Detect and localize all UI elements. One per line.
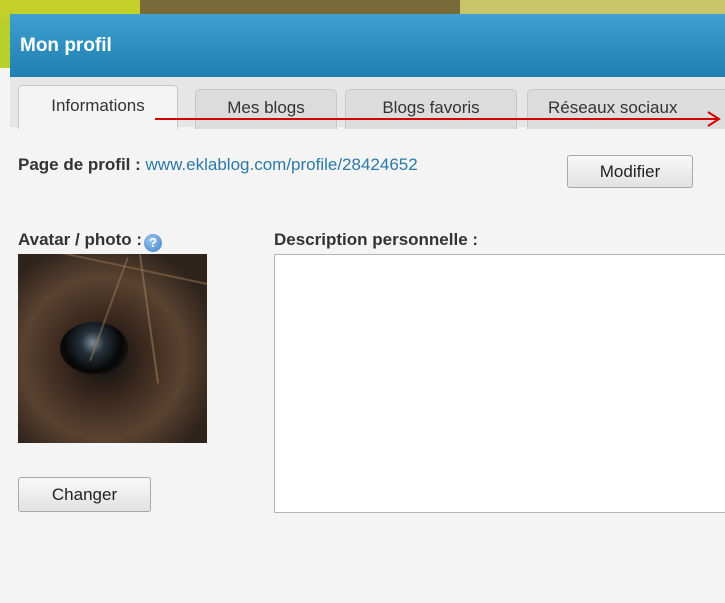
change-avatar-button[interactable]: Changer — [18, 477, 151, 512]
modify-button[interactable]: Modifier — [567, 155, 693, 188]
tab-label: Informations — [51, 96, 145, 115]
tab-label: Mes blogs — [227, 98, 305, 117]
tab-blogs-favoris[interactable]: Blogs favoris — [345, 89, 517, 129]
page-title: Mon profil — [20, 35, 112, 56]
profile-page-row: Page de profil : www.eklablog.com/profil… — [18, 155, 418, 175]
avatar-label: Avatar / photo : — [18, 230, 143, 249]
profile-page-label: Page de profil : — [18, 155, 146, 174]
avatar-detail — [18, 254, 207, 289]
description-label: Description personnelle : — [274, 230, 479, 249]
tab-label: Réseaux sociaux — [548, 98, 678, 117]
tab-reseaux-sociaux[interactable]: Réseaux sociaux — [527, 89, 725, 129]
profile-url-link[interactable]: www.eklablog.com/profile/28424652 — [146, 155, 418, 174]
profile-header: Mon profil — [10, 14, 725, 77]
avatar-label-row: Avatar / photo :? — [18, 230, 163, 252]
avatar — [18, 254, 207, 443]
tab-label: Blogs favoris — [382, 98, 480, 117]
tab-informations[interactable]: Informations — [18, 85, 178, 129]
tab-mes-blogs[interactable]: Mes blogs — [195, 89, 337, 129]
description-textarea[interactable] — [274, 254, 725, 513]
tab-bar: Informations Mes blogs Blogs favoris Rés… — [10, 77, 725, 129]
help-icon[interactable]: ? — [144, 234, 163, 252]
